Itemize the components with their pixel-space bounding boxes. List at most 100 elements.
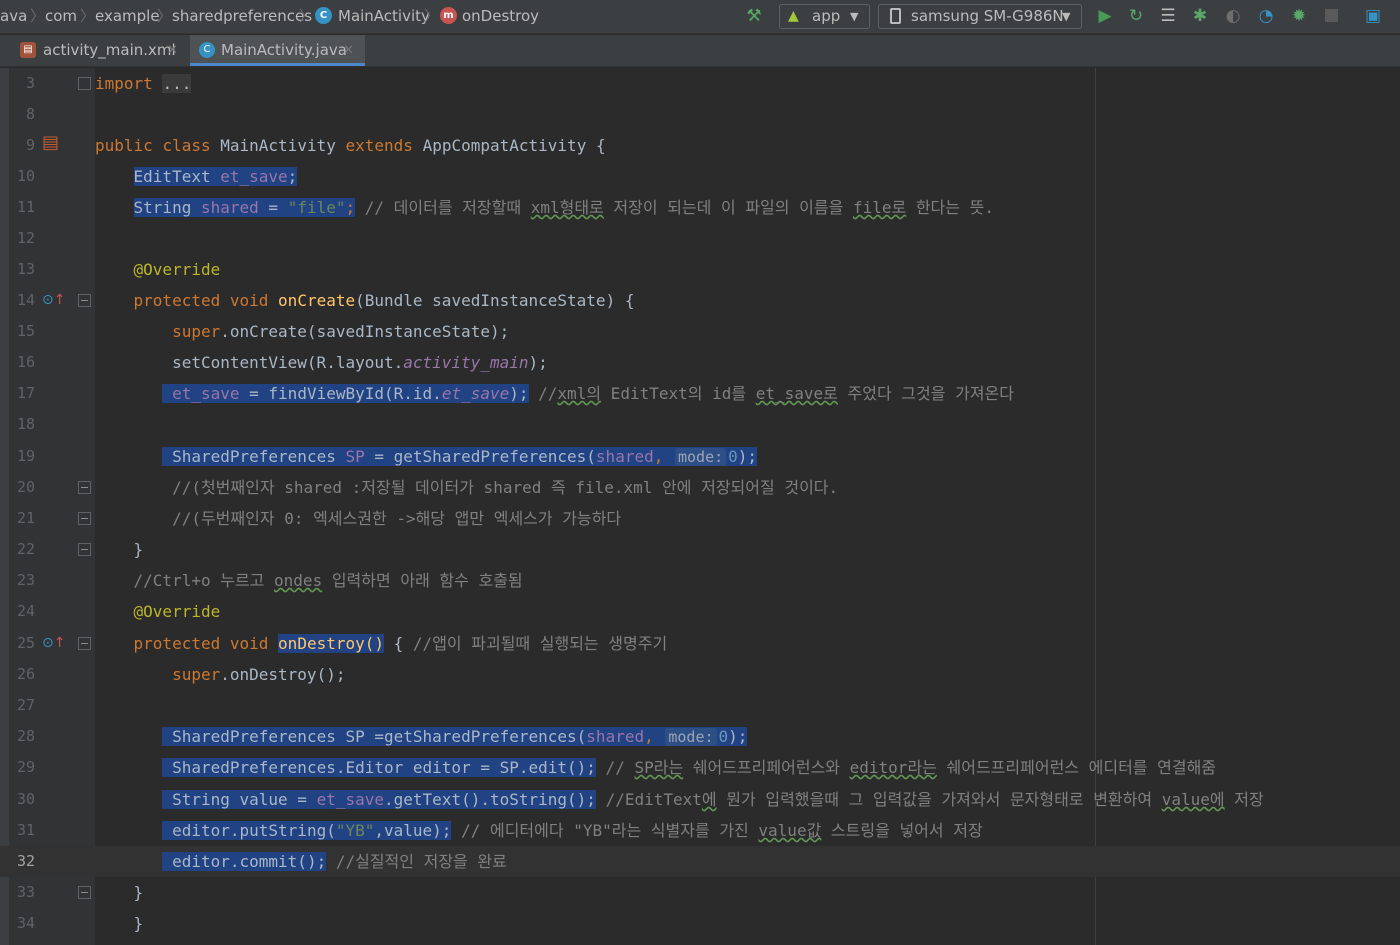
- run-icon[interactable]: ▶: [1094, 5, 1116, 27]
- run-config-select[interactable]: ▲ app ▼: [779, 4, 870, 29]
- comment: 저장이 되는데 이 파일의 이름을: [603, 198, 853, 217]
- code-token: .onDestroy();: [220, 665, 346, 684]
- fold-marker[interactable]: [78, 77, 91, 90]
- debug-icon[interactable]: ✱: [1189, 5, 1211, 27]
- tab-activity-main-xml[interactable]: ▤ activity_main.xml ✕: [10, 35, 190, 66]
- fold-marker[interactable]: [78, 543, 91, 556]
- comment: editor라는: [849, 758, 937, 777]
- fold-marker[interactable]: [78, 637, 91, 650]
- comment: // 에디터에다 "YB"라는 식별자를 가진: [451, 821, 759, 840]
- code-token: activity_main: [403, 353, 529, 372]
- code-token: class: [162, 136, 211, 155]
- fold-marker[interactable]: [78, 512, 91, 525]
- line-number: 24: [16, 602, 35, 620]
- close-icon[interactable]: ✕: [167, 35, 178, 66]
- line-number: 10: [16, 167, 35, 185]
- breadcrumb-separator: 〉: [424, 7, 440, 25]
- breadcrumb-separator: 〉: [299, 7, 315, 25]
- line-number: 34: [16, 914, 35, 932]
- line-number: 14: [16, 291, 35, 309]
- code-line: 33 }: [0, 877, 1400, 908]
- comment: //실질적인 저장을 완료: [326, 852, 507, 871]
- fold-marker[interactable]: [78, 481, 91, 494]
- code-token: {: [595, 136, 606, 155]
- line-number: 20: [16, 478, 35, 496]
- line-number: 11: [16, 198, 35, 216]
- line-number: 26: [16, 665, 35, 683]
- layout-file-icon: ▤: [20, 42, 36, 58]
- attach-debugger-icon[interactable]: ◐: [1222, 5, 1244, 27]
- breadcrumb-example[interactable]: example: [95, 0, 160, 34]
- code-token: et_save: [220, 167, 288, 186]
- device-select[interactable]: samsung SM-G986N ▼: [878, 4, 1082, 29]
- breadcrumb-sharedpreferences[interactable]: sharedpreferences: [172, 0, 312, 34]
- coverage-icon[interactable]: ☰: [1157, 5, 1179, 27]
- project-structure-icon[interactable]: ▣: [1362, 5, 1384, 27]
- folded-region[interactable]: ...: [162, 74, 192, 93]
- breadcrumb-mainactivity[interactable]: MainActivity: [338, 0, 430, 34]
- comment: EditText의 id를: [601, 384, 756, 403]
- breadcrumb-java[interactable]: ava: [0, 0, 27, 34]
- code-line: 17 et_save = findViewById(R.id.et_save);…: [0, 378, 1400, 409]
- code-line: 9 ▤ public class MainActivity extends Ap…: [0, 130, 1400, 161]
- code-token: extends: [345, 136, 413, 155]
- line-number: 15: [16, 322, 35, 340]
- code-editor[interactable]: 3 import ... 8 9 ▤ public class MainActi…: [0, 68, 1400, 945]
- code-token: 0: [728, 447, 738, 466]
- code-line: 24 @Override: [0, 596, 1400, 627]
- code-line: 18: [0, 409, 1400, 440]
- line-number: 32: [16, 852, 35, 870]
- comment: //: [595, 758, 635, 777]
- apply-changes-icon[interactable]: ↻: [1125, 5, 1147, 27]
- parameter-hint: mode:: [675, 448, 727, 466]
- parameter-hint: mode:: [665, 728, 717, 746]
- code-token: EditText: [133, 167, 211, 186]
- code-token: SharedPreferences.Editor editor = SP.edi…: [172, 758, 596, 777]
- code-token: shared: [595, 447, 654, 466]
- code-token: = getSharedPreferences(: [364, 447, 596, 466]
- comment: 주었다 그것을 가져온다: [837, 384, 1014, 403]
- comment: 입력하면 아래 함수 호출됨: [322, 571, 523, 590]
- breadcrumb-ondestroy[interactable]: onDestroy: [462, 0, 539, 34]
- code-token: =: [268, 198, 279, 217]
- code-token: @Override: [133, 260, 221, 279]
- code-token: = findViewById(R.id.: [239, 384, 442, 403]
- debug-bug-icon[interactable]: ✹: [1288, 5, 1310, 27]
- code-line: 14 ⊙↑ protected void onCreate(Bundle sav…: [0, 285, 1400, 316]
- line-number: 19: [16, 447, 35, 465]
- code-line: 25 ⊙↑ protected void onDestroy() { //앱이 …: [0, 628, 1400, 659]
- code-token: .getText().toString();: [384, 790, 596, 809]
- line-number: 12: [16, 229, 35, 247]
- hammer-icon[interactable]: ⚒: [743, 5, 765, 27]
- breadcrumb-com[interactable]: com: [45, 0, 77, 34]
- fold-marker[interactable]: [78, 886, 91, 899]
- code-token: .onCreate(savedInstanceState);: [220, 322, 510, 341]
- code-token: String: [133, 198, 192, 217]
- profiler-icon[interactable]: ◔: [1255, 5, 1277, 27]
- code-token: ,: [653, 447, 664, 466]
- close-icon[interactable]: ✕: [343, 35, 354, 66]
- tab-mainactivity-java[interactable]: C MainActivity.java ✕: [190, 35, 365, 66]
- line-number: 22: [16, 540, 35, 558]
- code-line-current: 32 editor.commit(); //실질적인 저장을 완료: [0, 846, 1400, 877]
- code-token: void: [229, 291, 269, 310]
- override-method-icon[interactable]: ⊙↑: [42, 293, 65, 307]
- code-token: setContentView(R.layout.: [172, 353, 404, 372]
- comment: 저장: [1224, 790, 1264, 809]
- stop-icon[interactable]: [1320, 5, 1342, 27]
- code-token: AppCompatActivity: [422, 136, 587, 155]
- code-token: editor.putString(: [172, 821, 336, 840]
- fold-marker[interactable]: [78, 294, 91, 307]
- override-method-icon[interactable]: ⊙↑: [42, 636, 65, 650]
- code-token: "YB": [335, 821, 375, 840]
- line-number: 30: [16, 790, 35, 808]
- comment: 에: [701, 790, 717, 809]
- layout-file-link-icon[interactable]: ▤: [42, 134, 59, 152]
- code-line: 27: [0, 690, 1400, 721]
- code-line: 11 String shared = "file"; // 데이터를 저장할때 …: [0, 192, 1400, 223]
- code-token: );: [728, 727, 748, 746]
- code-line: 16 setContentView(R.layout.activity_main…: [0, 347, 1400, 378]
- line-number: 33: [16, 883, 35, 901]
- comment: value값: [758, 821, 822, 840]
- code-token: SharedPreferences: [172, 447, 346, 466]
